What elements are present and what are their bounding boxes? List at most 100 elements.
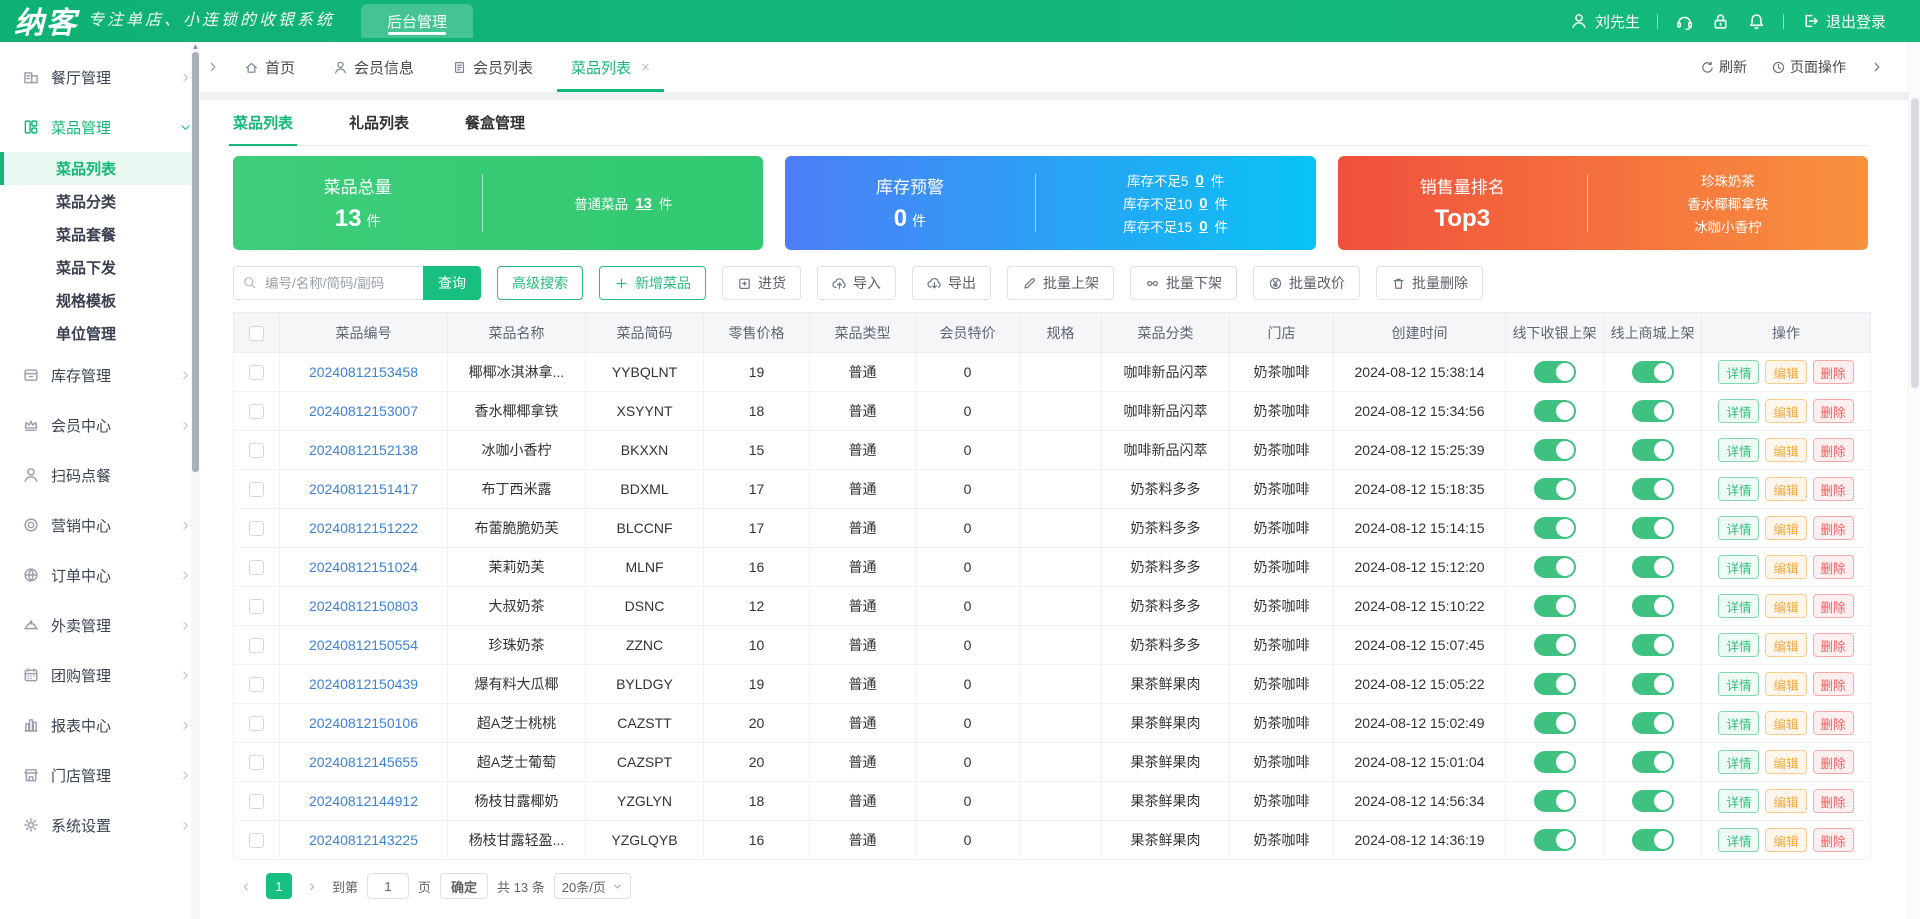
offline-toggle[interactable] bbox=[1533, 751, 1576, 773]
subtab-菜品列表[interactable]: 菜品列表 bbox=[228, 100, 298, 146]
delete-button[interactable]: 删除 bbox=[1812, 789, 1854, 813]
offline-toggle[interactable] bbox=[1533, 400, 1576, 422]
online-toggle[interactable] bbox=[1631, 517, 1674, 539]
高级搜索-button[interactable]: 高级搜索 bbox=[497, 266, 583, 300]
sidebar-subitem[interactable]: 菜品分类 bbox=[0, 185, 200, 218]
support-headset-icon[interactable] bbox=[1675, 12, 1694, 31]
edit-button[interactable]: 编辑 bbox=[1765, 594, 1807, 618]
page-scrollbar[interactable] bbox=[1908, 42, 1920, 919]
dish-id-link[interactable]: 20240812145655 bbox=[309, 754, 418, 770]
online-toggle[interactable] bbox=[1631, 790, 1674, 812]
row-checkbox[interactable] bbox=[249, 521, 264, 537]
lock-icon[interactable] bbox=[1711, 12, 1730, 31]
online-toggle[interactable] bbox=[1631, 673, 1674, 695]
tab-会员信息[interactable]: 会员信息 bbox=[319, 42, 428, 92]
tab-首页[interactable]: 首页 bbox=[230, 42, 309, 92]
dish-id-link[interactable]: 20240812153007 bbox=[309, 403, 418, 419]
online-toggle[interactable] bbox=[1631, 829, 1674, 851]
search-input[interactable] bbox=[233, 266, 423, 300]
dish-id-link[interactable]: 20240812150803 bbox=[309, 598, 418, 614]
row-checkbox[interactable] bbox=[249, 833, 264, 849]
delete-button[interactable]: 删除 bbox=[1812, 516, 1854, 540]
online-toggle[interactable] bbox=[1631, 634, 1674, 656]
edit-button[interactable]: 编辑 bbox=[1765, 438, 1807, 462]
进货-button[interactable]: 进货 bbox=[722, 266, 801, 300]
offline-toggle[interactable] bbox=[1533, 595, 1576, 617]
select-all-header[interactable] bbox=[233, 312, 280, 353]
批量上架-button[interactable]: 批量上架 bbox=[1007, 266, 1114, 300]
scrollbar-up-arrow-icon[interactable]: ▲ bbox=[191, 42, 200, 52]
logout-button[interactable]: 退出登录 bbox=[1801, 11, 1886, 32]
edit-button[interactable]: 编辑 bbox=[1765, 828, 1807, 852]
detail-button[interactable]: 详情 bbox=[1718, 555, 1760, 579]
detail-button[interactable]: 详情 bbox=[1718, 633, 1760, 657]
detail-button[interactable]: 详情 bbox=[1718, 477, 1760, 501]
dish-id-link[interactable]: 20240812153458 bbox=[309, 364, 418, 380]
prev-page-button[interactable]: ‹ bbox=[235, 876, 257, 896]
detail-button[interactable]: 详情 bbox=[1718, 828, 1760, 852]
subtab-餐盒管理[interactable]: 餐盒管理 bbox=[465, 100, 525, 145]
bell-icon[interactable] bbox=[1747, 12, 1766, 31]
subtab-礼品列表[interactable]: 礼品列表 bbox=[349, 100, 409, 145]
detail-button[interactable]: 详情 bbox=[1718, 594, 1760, 618]
导入-button[interactable]: 导入 bbox=[817, 266, 896, 300]
row-checkbox[interactable] bbox=[249, 443, 264, 459]
dish-id-link[interactable]: 20240812152138 bbox=[309, 442, 418, 458]
sidebar-item-person[interactable]: 扫码点餐 bbox=[0, 450, 200, 500]
page-scrollbar-thumb[interactable] bbox=[1911, 98, 1919, 388]
sidebar-subitem[interactable]: 菜品列表 bbox=[0, 152, 200, 185]
delete-button[interactable]: 删除 bbox=[1812, 360, 1854, 384]
delete-button[interactable]: 删除 bbox=[1812, 399, 1854, 423]
offline-toggle[interactable] bbox=[1533, 712, 1576, 734]
批量删除-button[interactable]: 批量删除 bbox=[1376, 266, 1483, 300]
row-checkbox[interactable] bbox=[249, 794, 264, 810]
sidebar-subitem[interactable]: 单位管理 bbox=[0, 317, 200, 350]
edit-button[interactable]: 编辑 bbox=[1765, 360, 1807, 384]
detail-button[interactable]: 详情 bbox=[1718, 711, 1760, 735]
offline-toggle[interactable] bbox=[1533, 790, 1576, 812]
delete-button[interactable]: 删除 bbox=[1812, 828, 1854, 852]
online-toggle[interactable] bbox=[1631, 400, 1674, 422]
admin-nav-tab[interactable]: 后台管理 bbox=[361, 4, 474, 38]
edit-button[interactable]: 编辑 bbox=[1765, 516, 1807, 540]
sidebar-item-bars[interactable]: 报表中心 bbox=[0, 700, 200, 750]
online-toggle[interactable] bbox=[1631, 595, 1674, 617]
row-checkbox[interactable] bbox=[249, 560, 264, 576]
detail-button[interactable]: 详情 bbox=[1718, 750, 1760, 774]
tab-菜品列表[interactable]: 菜品列表 × bbox=[557, 42, 664, 92]
dish-id-link[interactable]: 20240812151417 bbox=[309, 481, 418, 497]
dish-id-link[interactable]: 20240812151024 bbox=[309, 559, 418, 575]
detail-button[interactable]: 详情 bbox=[1718, 516, 1760, 540]
sidebar-item-target[interactable]: 营销中心 bbox=[0, 500, 200, 550]
sidebar-subitem[interactable]: 规格模板 bbox=[0, 284, 200, 317]
page-size-select[interactable]: 20条/页 bbox=[553, 873, 631, 899]
chevron-right-icon[interactable] bbox=[1870, 60, 1884, 74]
dish-id-link[interactable]: 20240812150554 bbox=[309, 637, 418, 653]
delete-button[interactable]: 删除 bbox=[1812, 438, 1854, 462]
批量下架-button[interactable]: 批量下架 bbox=[1130, 266, 1237, 300]
row-checkbox[interactable] bbox=[249, 755, 264, 771]
row-checkbox[interactable] bbox=[249, 677, 264, 693]
offline-toggle[interactable] bbox=[1533, 478, 1576, 500]
refresh-button[interactable]: 刷新 bbox=[1700, 57, 1747, 77]
row-checkbox[interactable] bbox=[249, 482, 264, 498]
dish-id-link[interactable]: 20240812151222 bbox=[309, 520, 418, 536]
page-number-button[interactable]: 1 bbox=[266, 873, 292, 899]
sidebar-item-gear[interactable]: 系统设置 bbox=[0, 800, 200, 850]
sidebar-item-grid[interactable]: 菜品管理 bbox=[0, 102, 200, 152]
delete-button[interactable]: 删除 bbox=[1812, 672, 1854, 696]
edit-button[interactable]: 编辑 bbox=[1765, 789, 1807, 813]
offline-toggle[interactable] bbox=[1533, 829, 1576, 851]
online-toggle[interactable] bbox=[1631, 751, 1674, 773]
sidebar-item-cloche[interactable]: 外卖管理 bbox=[0, 600, 200, 650]
sidebar-item-building[interactable]: 餐厅管理 bbox=[0, 52, 200, 102]
sidebar-item-globe[interactable]: 订单中心 bbox=[0, 550, 200, 600]
edit-button[interactable]: 编辑 bbox=[1765, 477, 1807, 501]
offline-toggle[interactable] bbox=[1533, 556, 1576, 578]
delete-button[interactable]: 删除 bbox=[1812, 594, 1854, 618]
detail-button[interactable]: 详情 bbox=[1718, 672, 1760, 696]
online-toggle[interactable] bbox=[1631, 478, 1674, 500]
row-checkbox[interactable] bbox=[249, 638, 264, 654]
sidebar-item-crown[interactable]: 会员中心 bbox=[0, 400, 200, 450]
sidebar-item-store[interactable]: 门店管理 bbox=[0, 750, 200, 800]
